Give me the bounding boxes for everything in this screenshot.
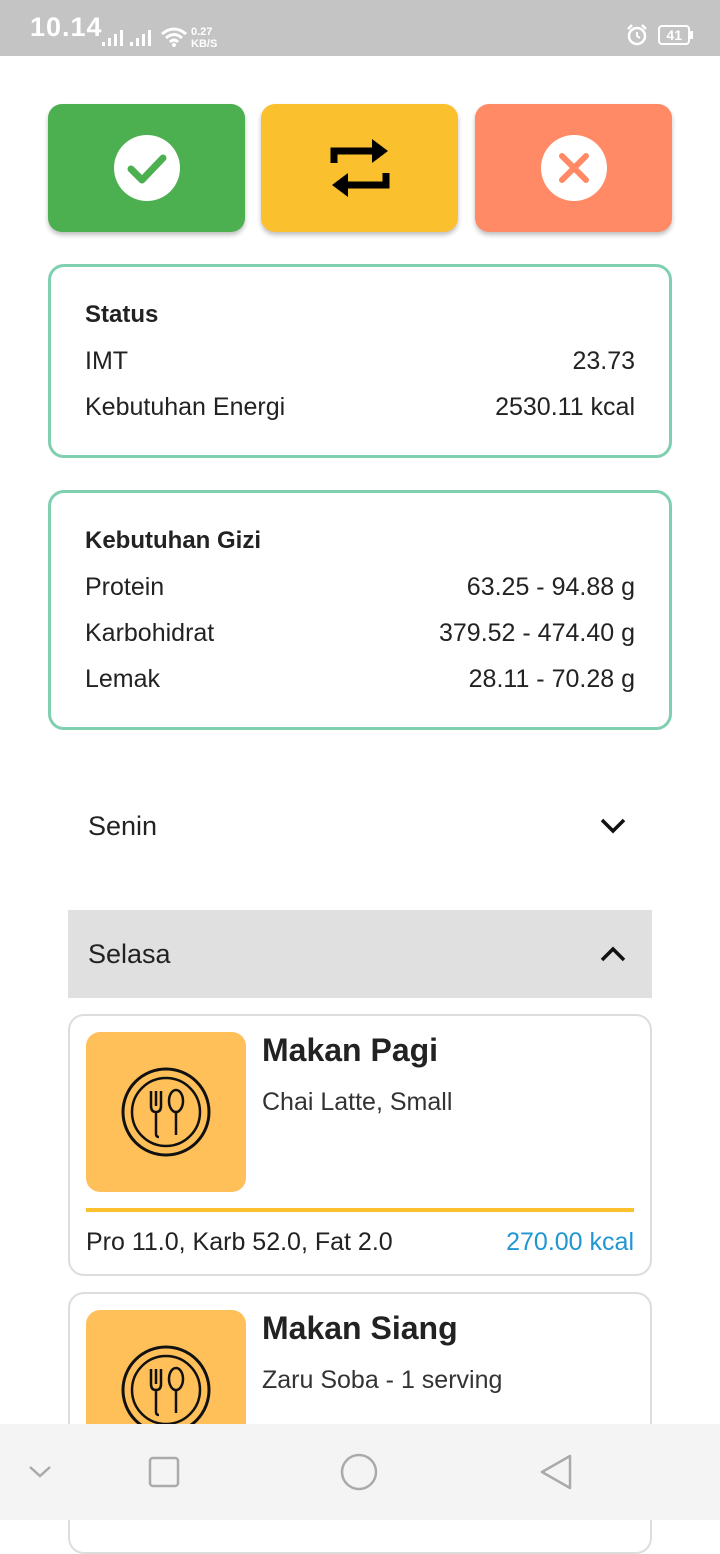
chevron-down-icon — [600, 818, 626, 834]
nutrition-row-carbs: Karbohidrat 379.52 - 474.40 g — [85, 619, 635, 665]
check-circle-icon — [113, 135, 180, 201]
signal-icon — [130, 30, 151, 46]
chevron-up-icon — [600, 946, 626, 962]
day-label: Senin — [88, 810, 158, 841]
nutrition-needs-card: Kebutuhan Gizi Protein 63.25 - 94.88 g K… — [48, 490, 672, 730]
cancel-button[interactable] — [475, 104, 672, 232]
row-label: Kebutuhan Energi — [85, 393, 286, 421]
row-value: 63.25 - 94.88 g — [466, 573, 635, 601]
status-row-imt: IMT 23.73 — [85, 347, 635, 393]
cutlery-icon — [121, 1067, 211, 1157]
row-label: IMT — [85, 347, 129, 375]
day-label: Selasa — [88, 938, 171, 969]
row-label: Karbohidrat — [85, 619, 215, 647]
recent-apps-icon[interactable] — [148, 1456, 180, 1488]
row-value: 379.52 - 474.40 g — [439, 619, 635, 647]
row-label: Protein — [85, 573, 165, 601]
meal-icon-tile — [86, 1032, 246, 1192]
hide-nav-chevron-icon[interactable] — [28, 1464, 52, 1480]
clock: 10.14 — [30, 12, 103, 42]
meal-description: Chai Latte, Small — [262, 1088, 453, 1116]
row-label: Lemak — [85, 665, 161, 693]
confirm-button[interactable] — [48, 104, 245, 232]
close-circle-icon — [540, 135, 607, 201]
nutrition-row-fat: Lemak 28.11 - 70.28 g — [85, 665, 635, 711]
meal-macros: Pro 11.0, Karb 52.0, Fat 2.0 — [86, 1228, 393, 1256]
status-bar: 10.14 0.27 KB/S 41 — [0, 0, 720, 56]
swap-button[interactable] — [261, 104, 458, 232]
wifi-icon — [161, 27, 187, 47]
action-bar — [48, 104, 672, 232]
day-header-senin[interactable]: Senin — [68, 782, 652, 870]
repeat-icon — [330, 139, 389, 197]
nutrition-row-protein: Protein 63.25 - 94.88 g — [85, 573, 635, 619]
row-value: 28.11 - 70.28 g — [468, 665, 635, 693]
meal-description: Zaru Soba - 1 serving — [262, 1366, 503, 1394]
meal-title: Makan Siang — [262, 1310, 458, 1346]
nutrition-title: Kebutuhan Gizi — [85, 527, 261, 554]
meal-card-breakfast[interactable]: Makan Pagi Chai Latte, Small Pro 11.0, K… — [68, 1014, 652, 1276]
battery-indicator: 41 — [658, 25, 693, 45]
meal-calories: 270.00 kcal — [506, 1228, 634, 1256]
signal-icon — [102, 30, 123, 46]
status-row-energy: Kebutuhan Energi 2530.11 kcal — [85, 393, 635, 439]
alarm-icon — [627, 24, 648, 46]
cutlery-icon — [121, 1345, 211, 1435]
day-header-selasa[interactable]: Selasa — [68, 910, 652, 998]
system-nav-bar — [0, 1424, 720, 1520]
home-icon[interactable] — [340, 1453, 378, 1491]
status-card: Status IMT 23.73 Kebutuhan Energi 2530.1… — [48, 264, 672, 458]
row-value: 2530.11 kcal — [495, 393, 635, 421]
row-value: 23.73 — [572, 347, 635, 375]
back-icon[interactable] — [538, 1453, 574, 1491]
meal-title: Makan Pagi — [262, 1032, 439, 1068]
divider — [86, 1208, 634, 1212]
status-title: Status — [85, 301, 159, 328]
network-speed: 0.27 KB/S — [191, 26, 218, 50]
